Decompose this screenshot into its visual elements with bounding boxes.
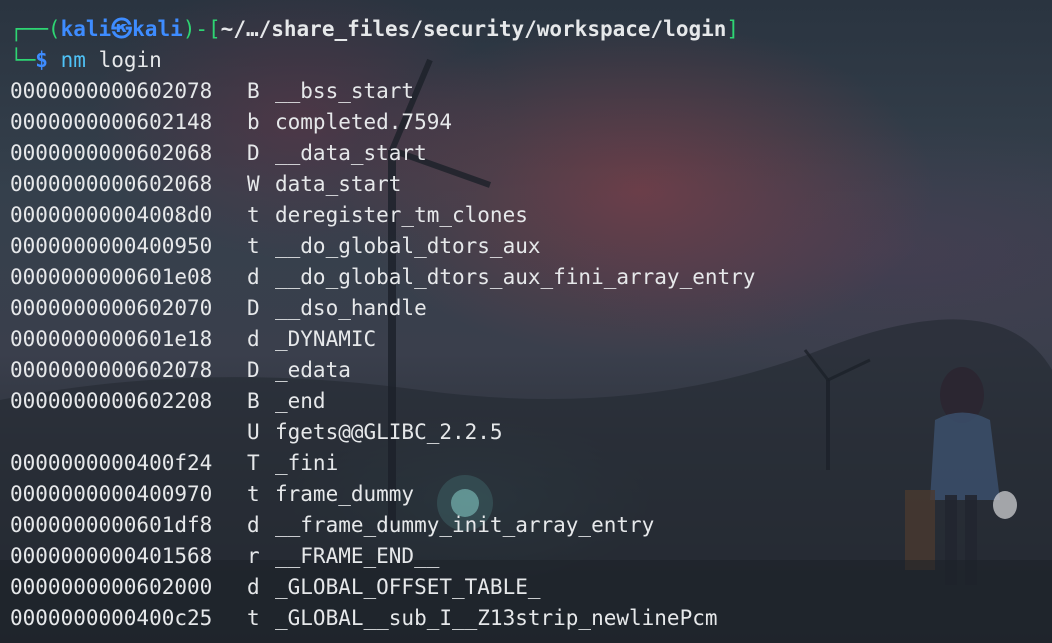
symbol-row: 0000000000602068 Wdata_start	[10, 169, 1052, 200]
symbol-row: 0000000000601e08 d __do_global_dtors_aux_f…	[10, 262, 1052, 293]
symbol-type: D	[247, 296, 260, 320]
symbol-row: 0000000000601e18 d _DYNAMIC	[10, 324, 1052, 355]
command-name: nm	[60, 48, 86, 72]
symbol-name: __do_global_dtors_aux_fini_array_entry	[275, 265, 756, 289]
symbol-type: b	[247, 110, 260, 134]
symbol-name: __bss_start	[275, 79, 415, 103]
symbol-name: fgets@@GLIBC_2.2.5	[275, 420, 503, 444]
symbol-row: 00000000004008d0 t deregister_tm_clones	[10, 200, 1052, 231]
prompt-cwd: ~/…/share_files/security/workspace/login	[220, 17, 727, 41]
symbol-row: 0000000000400950 t __do_global_dtors_aux	[10, 231, 1052, 262]
prompt-frame-bottom: └─	[10, 48, 36, 72]
symbol-address: 0000000000400f24	[10, 451, 213, 475]
symbol-address: 0000000000400950	[10, 234, 213, 258]
symbol-name: _GLOBAL__sub_I__Z13strip_newlinePcm	[275, 606, 718, 630]
prompt-user: kali	[60, 17, 112, 41]
symbol-row: Ufgets@@GLIBC_2.2.5	[10, 417, 1052, 448]
command-argument: login	[98, 48, 162, 72]
symbol-type: d	[247, 513, 260, 537]
symbol-row: 0000000000602000 d _GLOBAL_OFFSET_TABLE_	[10, 572, 1052, 603]
symbol-type: t	[247, 482, 260, 506]
symbol-name: __data_start	[275, 141, 427, 165]
symbol-type: t	[247, 234, 260, 258]
prompt-frame-mid: )-[	[182, 17, 221, 41]
symbol-address: 0000000000400c25	[10, 606, 213, 630]
prompt-frame-top: ┌──(	[10, 17, 61, 41]
symbol-type: T	[247, 451, 260, 475]
symbol-name: __frame_dummy_init_array_entry	[275, 513, 655, 537]
symbol-address: 0000000000602070	[10, 296, 213, 320]
prompt-dollar: $	[35, 48, 48, 72]
symbol-type: W	[247, 172, 260, 196]
prompt-frame-end: ]	[726, 17, 740, 41]
prompt-line-top: ┌──(kali㉿kali)-[~/…/share_files/security…	[10, 14, 1052, 45]
symbol-type: D	[247, 358, 260, 382]
symbol-type: B	[247, 389, 260, 413]
symbol-name: __do_global_dtors_aux	[275, 234, 541, 258]
symbol-name: deregister_tm_clones	[275, 203, 528, 227]
prompt-host: kali	[132, 17, 183, 41]
symbol-row: 0000000000602078 D _edata	[10, 355, 1052, 386]
symbol-type: r	[247, 544, 260, 568]
symbol-address: 0000000000601e18	[10, 327, 213, 351]
symbol-row: 0000000000602208 B _end	[10, 386, 1052, 417]
symbol-name: __dso_handle	[275, 296, 427, 320]
symbol-name: _end	[275, 389, 326, 413]
symbol-address: 0000000000602068	[10, 141, 213, 165]
symbol-name: data_start	[275, 172, 402, 196]
symbol-address: 0000000000401568	[10, 544, 213, 568]
symbol-address: 0000000000601e08	[10, 265, 213, 289]
symbol-address: 0000000000400970	[10, 482, 213, 506]
symbol-address: 0000000000602078	[10, 358, 213, 382]
terminal-window[interactable]: ┌──(kali㉿kali)-[~/…/share_files/security…	[10, 14, 1052, 643]
symbol-row: 0000000000400c25 t _GLOBAL__sub_I__Z13stri…	[10, 603, 1052, 634]
symbol-name: _fini	[275, 451, 339, 475]
symbol-type: U	[247, 420, 260, 444]
nm-output: 0000000000602078 B __bss_start 000000000060…	[10, 76, 1052, 634]
symbol-type: d	[247, 327, 260, 351]
symbol-row: 0000000000602148 b completed.7594	[10, 107, 1052, 138]
symbol-type: B	[247, 79, 260, 103]
symbol-type: d	[247, 575, 260, 599]
symbol-address: 00000000004008d0	[10, 203, 213, 227]
symbol-name: _GLOBAL_OFFSET_TABLE_	[275, 575, 541, 599]
kali-dragon-icon: ㉿	[111, 17, 133, 41]
symbol-type: D	[247, 141, 260, 165]
symbol-address: 0000000000602000	[10, 575, 213, 599]
symbol-name: _DYNAMIC	[275, 327, 377, 351]
symbol-row: 0000000000401568 r __FRAME_END__	[10, 541, 1052, 572]
symbol-name: _edata	[275, 358, 351, 382]
symbol-name: completed.7594	[275, 110, 453, 134]
symbol-name: frame_dummy	[275, 482, 415, 506]
symbol-row: 0000000000601df8 d __frame_dummy_init_arra…	[10, 510, 1052, 541]
symbol-address: 0000000000601df8	[10, 513, 213, 537]
symbol-row: 0000000000602070 D __dso_handle	[10, 293, 1052, 324]
symbol-row: 0000000000602068 D __data_start	[10, 138, 1052, 169]
symbol-type: t	[247, 606, 260, 630]
symbol-address: 0000000000602208	[10, 389, 213, 413]
symbol-row: 0000000000602078 B __bss_start	[10, 76, 1052, 107]
symbol-address: 0000000000602148	[10, 110, 213, 134]
symbol-address: 0000000000602078	[10, 79, 213, 103]
symbol-type: t	[247, 203, 260, 227]
prompt-line-command: └─$ nm login	[10, 45, 1052, 76]
symbol-row: 0000000000400970 t frame_dummy	[10, 479, 1052, 510]
symbol-address: 0000000000602068	[10, 172, 213, 196]
symbol-row: 0000000000400f24 T _fini	[10, 448, 1052, 479]
symbol-type: d	[247, 265, 260, 289]
symbol-name: __FRAME_END__	[275, 544, 440, 568]
